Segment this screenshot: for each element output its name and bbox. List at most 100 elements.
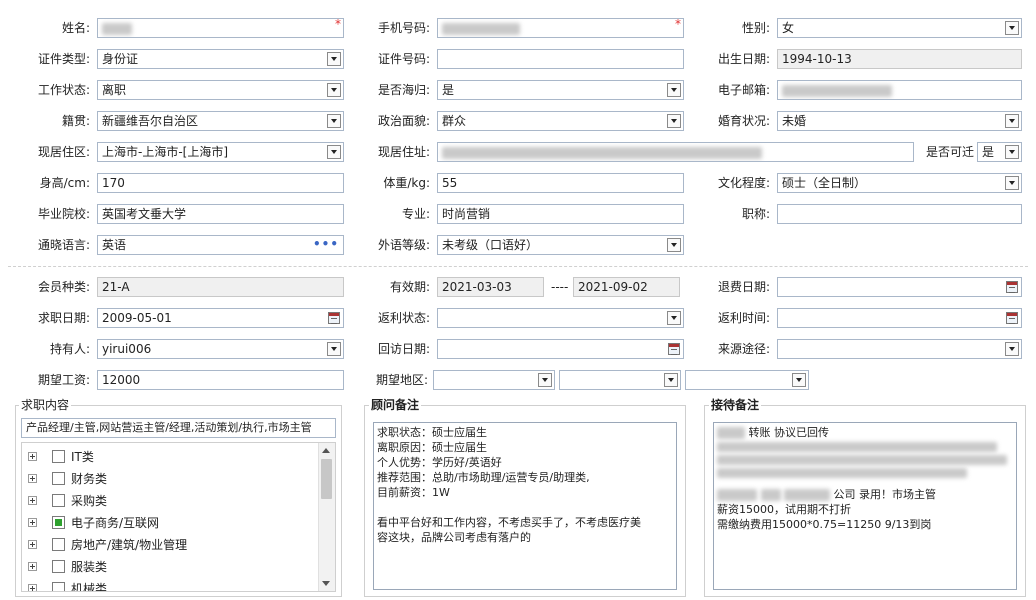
calendar-icon[interactable] <box>1006 312 1018 324</box>
validity-start-field: 2021-03-03 <box>437 277 544 297</box>
category-checkbox[interactable] <box>52 560 65 573</box>
email-input[interactable] <box>777 80 1022 100</box>
school-input[interactable]: 英国考文垂大学 <box>97 204 344 224</box>
chevron-down-icon[interactable] <box>327 52 341 66</box>
job-category-tree: IT类 财务类 采购类 电子商务/互联网 房地产/建筑/物业管理 服装类 机械类 <box>21 442 336 592</box>
name-label: 姓名: <box>61 21 90 35</box>
category-checkbox[interactable] <box>52 494 65 507</box>
region-select[interactable]: 上海市-上海市-[上海市] <box>97 142 344 162</box>
marital-label: 婚育状况: <box>717 114 770 128</box>
native-place-value: 新疆维吾尔自治区 <box>102 114 199 128</box>
expected-area-province-select[interactable] <box>433 370 555 390</box>
chevron-down-icon[interactable] <box>327 145 341 159</box>
category-checkbox[interactable] <box>52 538 65 551</box>
reception-notes-title: 接待备注 <box>709 398 762 412</box>
calendar-icon[interactable] <box>668 343 680 355</box>
expand-icon[interactable] <box>28 584 37 591</box>
native-place-select[interactable]: 新疆维吾尔自治区 <box>97 111 344 131</box>
foreign-level-value: 未考级（口语好） <box>442 238 539 252</box>
gender-select[interactable]: 女 <box>777 18 1022 38</box>
relocate-select[interactable]: 是 <box>977 142 1022 162</box>
chevron-down-icon[interactable] <box>667 238 681 252</box>
job-date-value: 2009-05-01 <box>102 311 172 325</box>
more-options-icon[interactable]: ••• <box>313 236 339 252</box>
expand-icon[interactable] <box>28 452 37 461</box>
work-status-select[interactable]: 离职 <box>97 80 344 100</box>
note-line: 公司 录用！市场主管 <box>717 487 1013 502</box>
redacted-text <box>717 427 745 439</box>
chevron-down-icon[interactable] <box>664 373 678 387</box>
redacted-text <box>442 146 762 159</box>
major-label: 专业: <box>401 207 430 221</box>
note-line: 推荐范围：总助/市场助理/运营专员/助理类, <box>377 471 590 484</box>
professional-title-input[interactable] <box>777 204 1022 224</box>
education-select[interactable]: 硕士（全日制） <box>777 173 1022 193</box>
chevron-down-icon[interactable] <box>1005 145 1019 159</box>
height-input[interactable]: 170 <box>97 173 344 193</box>
chevron-down-icon[interactable] <box>1005 114 1019 128</box>
scroll-down-icon[interactable] <box>322 581 330 586</box>
rebate-time-input[interactable] <box>777 308 1022 328</box>
note-line: 薪资15000，试用期不打折 <box>717 503 851 516</box>
weight-input[interactable]: 55 <box>437 173 684 193</box>
expand-icon[interactable] <box>28 518 37 527</box>
region-label: 现居住区: <box>37 145 90 159</box>
chevron-down-icon[interactable] <box>667 83 681 97</box>
chevron-down-icon[interactable] <box>1005 21 1019 35</box>
scrollbar-thumb[interactable] <box>321 459 332 499</box>
region-value: 上海市-上海市-[上海市] <box>102 145 229 159</box>
birth-date-field: 1994-10-13 <box>777 49 1022 69</box>
chevron-down-icon[interactable] <box>327 83 341 97</box>
calendar-icon[interactable] <box>328 312 340 324</box>
foreign-level-select[interactable]: 未考级（口语好） <box>437 235 684 255</box>
political-select[interactable]: 群众 <box>437 111 684 131</box>
address-input[interactable] <box>437 142 914 162</box>
source-select[interactable] <box>777 339 1022 359</box>
chevron-down-icon[interactable] <box>538 373 552 387</box>
major-input[interactable]: 时尚营销 <box>437 204 684 224</box>
advisor-notes-textarea[interactable]: 求职状态：硕士应届生 离职原因：硕士应届生 个人优势：学历好/英语好 推荐范围：… <box>373 422 677 590</box>
expected-area-district-select[interactable] <box>685 370 809 390</box>
tree-scrollbar[interactable] <box>318 443 335 591</box>
chevron-down-icon[interactable] <box>667 311 681 325</box>
category-checkbox[interactable] <box>52 472 65 485</box>
school-label: 毕业院校: <box>37 207 90 221</box>
rebate-status-select[interactable] <box>437 308 684 328</box>
chevron-down-icon[interactable] <box>792 373 806 387</box>
category-checkbox-checked[interactable] <box>52 516 65 529</box>
expected-area-city-select[interactable] <box>559 370 681 390</box>
expand-icon[interactable] <box>28 474 37 483</box>
note-line: 需缴纳费用15000*0.75=11250 9/13到岗 <box>717 518 932 531</box>
holder-label: 持有人: <box>49 342 90 356</box>
id-type-select[interactable]: 身份证 <box>97 49 344 69</box>
chevron-down-icon[interactable] <box>327 342 341 356</box>
expand-icon[interactable] <box>28 540 37 549</box>
visit-date-input[interactable] <box>437 339 684 359</box>
note-line: 个人优势：学历好/英语好 <box>377 456 502 469</box>
category-checkbox[interactable] <box>52 582 65 591</box>
category-checkbox[interactable] <box>52 450 65 463</box>
chevron-down-icon[interactable] <box>1005 176 1019 190</box>
expected-salary-input[interactable]: 12000 <box>97 370 344 390</box>
language-input[interactable]: 英语 ••• <box>97 235 344 255</box>
job-content-summary[interactable]: 产品经理/主管,网站营运主管/经理,活动策划/执行,市场主管 <box>21 418 336 438</box>
reception-notes-textarea[interactable]: 转账 协议已回传 公司 录用！市场主管 薪资15000，试用期不打折 需缴纳费用… <box>713 422 1017 590</box>
note-blank-line <box>377 500 673 515</box>
tree-item-label: 机械类 <box>71 582 108 592</box>
job-content-title: 求职内容 <box>19 398 72 412</box>
holder-select[interactable]: yirui006 <box>97 339 344 359</box>
chevron-down-icon[interactable] <box>1005 342 1019 356</box>
expand-icon[interactable] <box>28 562 37 571</box>
scroll-up-icon[interactable] <box>322 448 330 453</box>
calendar-icon[interactable] <box>1006 281 1018 293</box>
chevron-down-icon[interactable] <box>327 114 341 128</box>
expand-icon[interactable] <box>28 496 37 505</box>
job-date-input[interactable]: 2009-05-01 <box>97 308 344 328</box>
marital-select[interactable]: 未婚 <box>777 111 1022 131</box>
refund-date-input[interactable] <box>777 277 1022 297</box>
name-input[interactable]: * <box>97 18 344 38</box>
chevron-down-icon[interactable] <box>667 114 681 128</box>
phone-input[interactable]: * <box>437 18 684 38</box>
overseas-select[interactable]: 是 <box>437 80 684 100</box>
id-number-input[interactable] <box>437 49 684 69</box>
